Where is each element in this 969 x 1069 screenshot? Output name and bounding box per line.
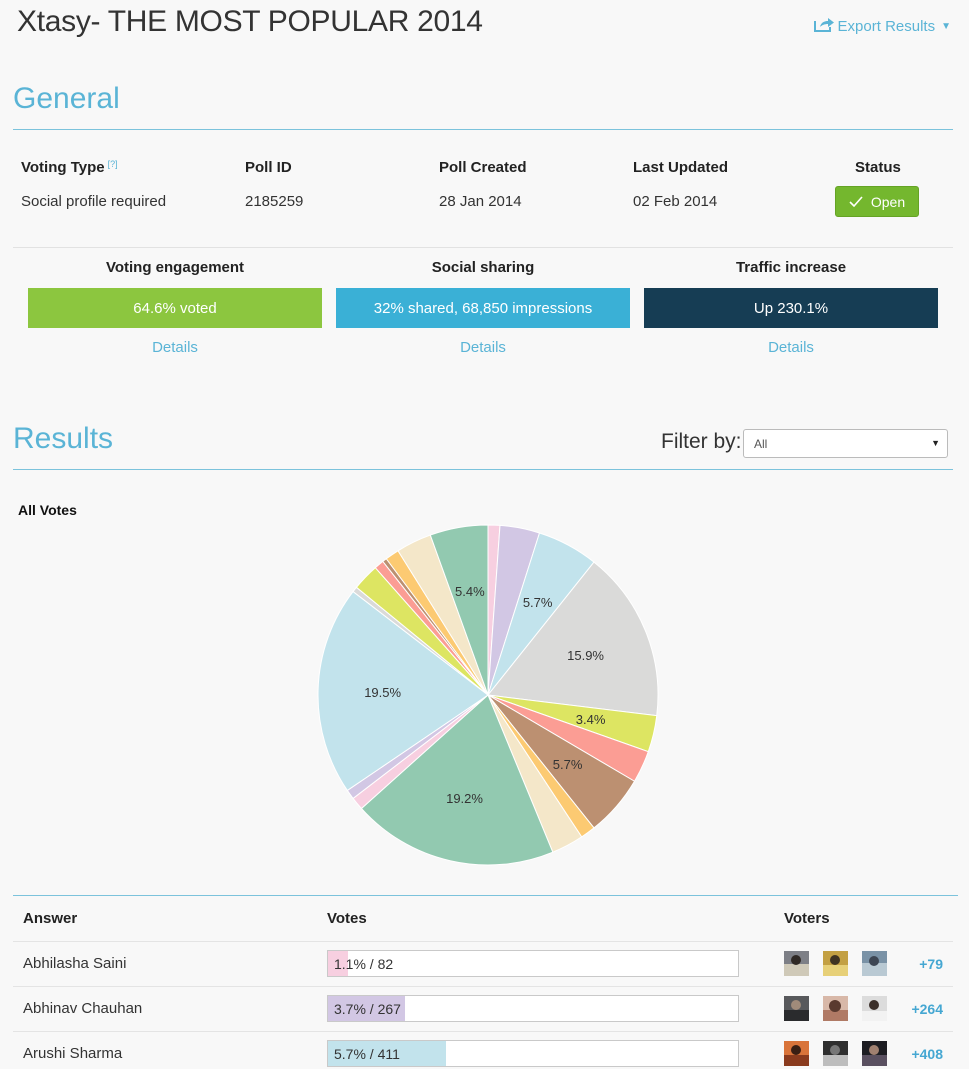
divider xyxy=(13,469,953,470)
poll-created-value: 28 Jan 2014 xyxy=(439,193,522,210)
voter-avatar[interactable] xyxy=(784,996,809,1021)
pie-slice-label: 19.2% xyxy=(446,791,483,806)
voter-avatar[interactable] xyxy=(862,996,887,1021)
poll-created-label: Poll Created xyxy=(439,159,527,176)
voter-avatar[interactable] xyxy=(823,996,848,1021)
pie-slice-label: 15.9% xyxy=(567,648,604,663)
voting-engagement-title: Voting engagement xyxy=(105,259,245,276)
row-divider xyxy=(13,1031,953,1032)
vote-bar: 3.7% / 267 xyxy=(327,995,739,1022)
more-voters-link[interactable]: +264 xyxy=(900,1001,943,1017)
last-updated-label: Last Updated xyxy=(633,159,729,176)
voter-avatar[interactable] xyxy=(862,1041,887,1066)
results-section-title: Results xyxy=(13,422,114,455)
pie-slice-label: 3.4% xyxy=(576,712,606,727)
poll-id-value: 2185259 xyxy=(245,193,304,210)
divider xyxy=(13,129,953,130)
voter-avatar[interactable] xyxy=(784,1041,809,1066)
pie-slice-label: 5.4% xyxy=(455,584,485,599)
voter-avatar[interactable] xyxy=(784,951,809,976)
voter-avatar[interactable] xyxy=(862,951,887,976)
vote-text: 5.7% / 411 xyxy=(334,1046,400,1062)
vote-bar: 5.7% / 411 xyxy=(327,1040,739,1067)
last-updated-value: 02 Feb 2014 xyxy=(633,193,718,210)
status-label: Status xyxy=(855,159,901,176)
status-value: Open xyxy=(870,193,906,210)
poll-id-label: Poll ID xyxy=(245,159,292,176)
pie-slice-label: 5.7% xyxy=(553,757,583,772)
filter-label: Filter by: xyxy=(661,430,742,453)
vote-bar: 1.1% / 82 xyxy=(327,950,739,977)
votes-pie-chart: 5.7% 15.9% 3.4% 5.7% 19.2% 19.5% 5.4% xyxy=(308,515,668,875)
social-sharing-bar: 32% shared, 68,850 impressions xyxy=(336,288,630,328)
traffic-increase-title: Traffic increase xyxy=(735,259,847,276)
more-voters-link[interactable]: +408 xyxy=(900,1046,943,1062)
page-title: Xtasy- THE MOST POPULAR 2014 xyxy=(17,5,483,38)
traffic-increase-details-link[interactable]: Details xyxy=(644,339,938,356)
voting-engagement-details-link[interactable]: Details xyxy=(28,339,322,356)
export-results-link[interactable]: Export Results ▼ xyxy=(813,16,951,37)
divider xyxy=(13,247,953,248)
answer-name: Arushi Sharma xyxy=(23,1045,123,1062)
row-divider xyxy=(13,986,953,987)
pie-slice-label: 19.5% xyxy=(364,685,401,700)
vote-text: 3.7% / 267 xyxy=(334,1001,401,1017)
checkmark-icon xyxy=(849,194,863,210)
chart-title: All Votes xyxy=(18,502,77,518)
filter-value: All xyxy=(754,436,768,451)
votes-column-header: Votes xyxy=(327,910,367,927)
voting-type-label: Voting Type [?] xyxy=(21,159,118,176)
answer-name: Abhinav Chauhan xyxy=(23,1000,143,1017)
traffic-increase-bar: Up 230.1% xyxy=(644,288,938,328)
social-sharing-title: Social sharing xyxy=(431,259,535,276)
divider xyxy=(13,895,958,896)
social-sharing-details-link[interactable]: Details xyxy=(336,339,630,356)
voters-column-header: Voters xyxy=(784,910,830,927)
status-open-button[interactable]: Open xyxy=(835,186,919,217)
pie-slice-label: 5.7% xyxy=(523,595,553,610)
dropdown-arrow-icon: ▼ xyxy=(931,438,940,448)
filter-select[interactable]: All ▼ xyxy=(743,429,948,458)
general-section-title: General xyxy=(13,82,120,115)
answer-column-header: Answer xyxy=(23,910,78,927)
help-link[interactable]: [?] xyxy=(108,159,118,169)
chevron-down-icon: ▼ xyxy=(941,21,951,32)
answer-name: Abhilasha Saini xyxy=(23,955,127,972)
export-label: Export Results xyxy=(837,18,936,35)
more-voters-link[interactable]: +79 xyxy=(900,956,943,972)
voter-avatar[interactable] xyxy=(823,1041,848,1066)
voting-engagement-bar: 64.6% voted xyxy=(28,288,322,328)
voting-type-value: Social profile required xyxy=(21,193,167,210)
vote-text: 1.1% / 82 xyxy=(334,956,394,972)
export-icon xyxy=(813,16,835,37)
row-divider xyxy=(13,941,953,942)
voter-avatar[interactable] xyxy=(823,951,848,976)
